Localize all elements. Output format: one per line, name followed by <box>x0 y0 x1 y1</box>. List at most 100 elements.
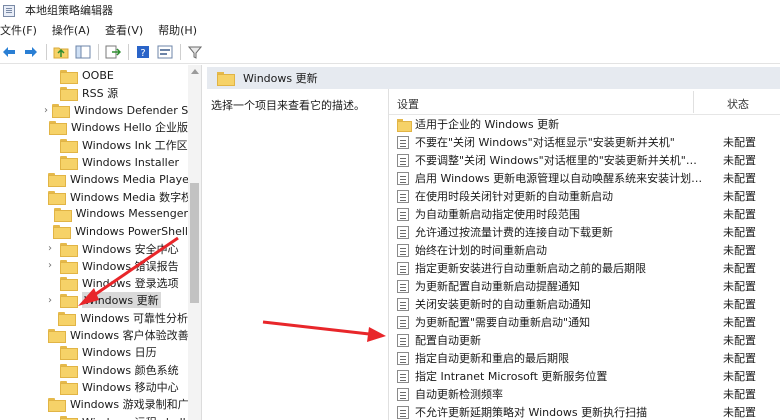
policy-row[interactable]: 始终在计划的时间重新启动 未配置 <box>389 241 780 259</box>
tree-item-label: Windows 更新 <box>82 292 161 309</box>
tree-item[interactable]: Windows Media Playe <box>0 171 188 188</box>
menu-file[interactable]: 文件(F) <box>0 22 37 38</box>
policy-setting-icon <box>397 333 409 347</box>
tree-item[interactable]: › Windows 错误报告 <box>0 257 188 274</box>
tree-item[interactable]: Windows 日历 <box>0 344 188 361</box>
policy-tree[interactable]: OOBE RSS 源 › Windows Defender Sr Windows Hel… <box>0 65 202 420</box>
tree-item-label: Windows Media 数字权 <box>70 190 188 204</box>
policy-state: 未配置 <box>723 208 756 221</box>
expand-chevron-icon[interactable]: › <box>44 260 56 271</box>
policy-state: 未配置 <box>723 226 756 239</box>
folder-icon <box>48 329 66 343</box>
tree-item-label: Windows 颜色系统 <box>82 363 179 377</box>
column-setting[interactable]: 设置 <box>397 96 419 112</box>
tree-item[interactable]: Windows Hello 企业版 <box>0 119 188 136</box>
policy-state: 未配置 <box>723 262 756 275</box>
expand-chevron-icon[interactable]: › <box>44 105 48 116</box>
policy-name: 为自动重新启动指定使用时段范围 <box>415 208 580 221</box>
tree-item[interactable]: OOBE <box>0 67 188 84</box>
policy-row[interactable]: 不要调整"关闭 Windows"对话框里的"安装更新并关机"的默... 未配置 <box>389 151 780 169</box>
tree-item[interactable]: Windows 远程 shell <box>0 413 188 420</box>
policy-state: 未配置 <box>723 352 756 365</box>
column-state[interactable]: 状态 <box>727 96 749 112</box>
filter-icon[interactable] <box>186 43 204 61</box>
folder-icon <box>397 118 412 132</box>
tree-item[interactable]: Windows Messenger <box>0 205 188 222</box>
forward-arrow-icon[interactable] <box>22 43 40 61</box>
tree-item-label: Windows 客户体验改善 <box>70 329 188 342</box>
policy-row[interactable]: 指定更新安装进行自动重新启动之前的最后期限 未配置 <box>389 259 780 277</box>
tree-item[interactable]: Windows 客户体验改善 <box>0 327 188 344</box>
policy-name: 允许通过按流量计费的连接自动下载更新 <box>415 226 613 239</box>
help-icon[interactable]: ? <box>134 43 152 61</box>
policy-row[interactable]: 关闭安装更新时的自动重新启动通知 未配置 <box>389 295 780 313</box>
policy-name: 启用 Windows 更新电源管理以自动唤醒系统来安装计划的... <box>415 172 705 185</box>
tree-item-label: Windows 移动中心 <box>82 380 179 394</box>
tree-item[interactable]: › Windows Defender Sr <box>0 102 188 119</box>
tree-item[interactable]: Windows PowerShell <box>0 223 188 240</box>
details-header-title: Windows 更新 <box>243 72 318 85</box>
tree-item[interactable]: Windows Ink 工作区 <box>0 136 188 153</box>
tree-item[interactable]: RSS 源 <box>0 84 188 101</box>
properties-icon[interactable] <box>156 43 174 61</box>
policy-row[interactable]: 自动更新检测频率 未配置 <box>389 385 780 403</box>
policy-setting-icon <box>397 387 409 401</box>
menu-view[interactable]: 查看(V) <box>105 22 143 38</box>
show-hide-tree-icon[interactable] <box>74 43 92 61</box>
tree-item[interactable]: › Windows 安全中心 <box>0 240 188 257</box>
policy-row[interactable]: 为更新配置自动重新启动提醒通知 未配置 <box>389 277 780 295</box>
policy-row[interactable]: 为自动重新启动指定使用时段范围 未配置 <box>389 205 780 223</box>
policy-row[interactable]: 在使用时段关闭针对更新的自动重新启动 未配置 <box>389 187 780 205</box>
scroll-thumb[interactable] <box>190 183 199 303</box>
policy-name: 自动更新检测频率 <box>415 388 503 401</box>
policy-setting-icon <box>397 153 409 167</box>
folder-icon <box>60 415 78 420</box>
tree-item-label: Windows Messenger <box>75 207 188 221</box>
list-folder-row[interactable]: 适用于企业的 Windows 更新 <box>389 115 780 133</box>
expand-chevron-icon[interactable]: › <box>44 295 56 306</box>
tree-item[interactable]: Windows Installer <box>0 154 188 171</box>
back-arrow-icon[interactable] <box>0 43 18 61</box>
up-folder-icon[interactable] <box>52 43 70 61</box>
policy-state: 未配置 <box>723 316 756 329</box>
policy-row[interactable]: 指定自动更新和重启的最后期限 未配置 <box>389 349 780 367</box>
tree-item[interactable]: Windows 颜色系统 <box>0 361 188 378</box>
policy-row[interactable]: 不要在"关闭 Windows"对话框显示"安装更新并关机" 未配置 <box>389 133 780 151</box>
tree-item[interactable]: Windows 可靠性分析 <box>0 309 188 326</box>
policy-row[interactable]: 指定 Intranet Microsoft 更新服务位置 未配置 <box>389 367 780 385</box>
policy-name: 指定更新安装进行自动重新启动之前的最后期限 <box>415 262 646 275</box>
policy-setting-icon <box>397 351 409 365</box>
tree-item[interactable]: › Windows 更新 <box>0 292 188 309</box>
policy-setting-icon <box>397 135 409 149</box>
policy-row[interactable]: 启用 Windows 更新电源管理以自动唤醒系统来安装计划的... 未配置 <box>389 169 780 187</box>
menu-help[interactable]: 帮助(H) <box>158 22 197 38</box>
tree-item[interactable]: Windows 登录选项 <box>0 275 188 292</box>
policy-setting-icon <box>397 369 409 383</box>
tree-item-label: Windows 登录选项 <box>82 277 179 291</box>
tree-item[interactable]: Windows 移动中心 <box>0 378 188 395</box>
tree-item[interactable]: Windows 游戏录制和广 <box>0 396 188 413</box>
scroll-up-icon[interactable] <box>191 69 199 74</box>
policy-setting-icon <box>397 405 409 419</box>
tree-scrollbar[interactable] <box>188 65 201 420</box>
toolbar-separator <box>180 43 181 60</box>
policy-state: 未配置 <box>723 406 756 419</box>
policy-row[interactable]: 不允许更新延期策略对 Windows 更新执行扫描 未配置 <box>389 403 780 420</box>
policy-state: 未配置 <box>723 172 756 185</box>
policy-row[interactable]: 配置自动更新 未配置 <box>389 331 780 349</box>
menu-action[interactable]: 操作(A) <box>52 22 90 38</box>
policy-setting-icon <box>397 225 409 239</box>
tree-item[interactable]: Windows Media 数字权 <box>0 188 188 205</box>
export-list-icon[interactable] <box>104 43 122 61</box>
expand-chevron-icon[interactable]: › <box>44 243 56 254</box>
policy-state: 未配置 <box>723 388 756 401</box>
settings-list: 设置 状态 适用于企业的 Windows 更新 不要在"关闭 Windows"对话… <box>388 89 780 420</box>
tree-item-label: Windows Hello 企业版 <box>71 121 188 135</box>
tree-item-label: Windows Media Playe <box>70 172 188 186</box>
column-divider[interactable] <box>693 91 694 113</box>
policy-name: 关闭安装更新时的自动重新启动通知 <box>415 298 591 311</box>
policy-row[interactable]: 为更新配置"需要自动重新启动"通知 未配置 <box>389 313 780 331</box>
folder-icon <box>60 242 78 257</box>
folder-icon <box>60 138 78 153</box>
policy-row[interactable]: 允许通过按流量计费的连接自动下载更新 未配置 <box>389 223 780 241</box>
